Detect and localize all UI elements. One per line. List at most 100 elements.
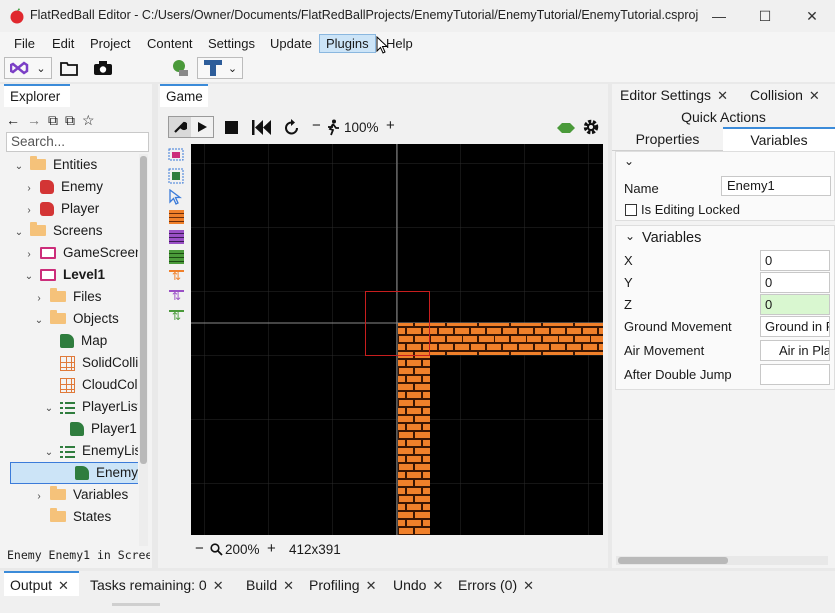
chevron-down-icon[interactable]: ⌄ <box>34 310 44 332</box>
bottom-tab[interactable]: Undo ✕ <box>393 574 443 596</box>
variable-field[interactable]: 0 <box>760 250 830 271</box>
menu-edit[interactable]: Edit <box>46 34 80 53</box>
reload-icon[interactable] <box>284 119 300 136</box>
tree-item[interactable]: › Player <box>4 198 138 220</box>
pointer-icon[interactable] <box>169 189 183 205</box>
tree-item[interactable]: › Enemy <box>4 176 138 198</box>
tree-item[interactable]: ⌄ Objects <box>4 308 138 330</box>
menu-content[interactable]: Content <box>141 34 199 53</box>
bottom-tab[interactable]: Tasks remaining: 0 ✕ <box>90 574 224 596</box>
tiled-dropdown[interactable]: ⌄ <box>197 57 243 79</box>
menu-update[interactable]: Update <box>264 34 318 53</box>
chevron-right-icon[interactable]: › <box>24 200 34 222</box>
cloud-purple-icon[interactable]: ⇅ <box>169 290 184 304</box>
select-entity-icon[interactable] <box>168 168 184 184</box>
tree-item[interactable]: › GameScreen <box>4 242 138 264</box>
play-button[interactable] <box>191 117 213 137</box>
scrollbar-thumb[interactable] <box>618 557 728 564</box>
close-icon[interactable]: ✕ <box>717 88 728 103</box>
screenshot-button[interactable] <box>92 57 114 79</box>
back-arrow-icon[interactable]: ← <box>6 112 20 128</box>
game-viewport[interactable] <box>191 144 603 535</box>
chevron-down-icon[interactable]: ⌄ <box>24 266 34 288</box>
tree-item[interactable]: › Variables <box>4 484 138 506</box>
tile-brick-orange-icon[interactable] <box>169 210 184 224</box>
tab-explorer[interactable]: Explorer <box>4 84 70 107</box>
canvas-zoom-in-button[interactable]: + <box>267 541 276 556</box>
open-folder-button[interactable] <box>58 57 80 79</box>
stop-icon[interactable] <box>225 121 238 134</box>
properties-hscrollbar[interactable] <box>616 556 828 565</box>
edit-mode-button[interactable] <box>169 117 191 137</box>
tree-item[interactable]: ⌄ EnemyList <box>4 440 138 462</box>
variable-field[interactable] <box>760 364 830 385</box>
chevron-right-icon[interactable]: › <box>34 486 44 508</box>
select-screen-icon[interactable] <box>168 148 184 164</box>
tree-item[interactable]: ⌄ PlayerList <box>4 396 138 418</box>
chevron-down-icon[interactable]: ⌄ <box>14 222 24 244</box>
tree-item[interactable]: › Files <box>4 286 138 308</box>
close-icon[interactable]: ✕ <box>809 88 820 103</box>
bottom-tab[interactable]: Output ✕ <box>10 574 69 596</box>
chevron-down-icon[interactable]: ⌄ <box>14 156 24 178</box>
tree-item[interactable]: SolidCollision <box>4 352 138 374</box>
zoom-out-button[interactable]: − <box>312 117 321 134</box>
copy-icon[interactable]: ⧉ <box>65 112 75 129</box>
menu-file[interactable]: File <box>8 34 41 53</box>
variable-field[interactable]: 0 <box>760 272 830 293</box>
chevron-right-icon[interactable]: › <box>24 244 34 266</box>
variable-field[interactable]: Air in Place <box>760 340 830 361</box>
tab-properties[interactable]: Properties <box>612 127 723 151</box>
visual-studio-dropdown[interactable]: ⌄ <box>4 57 52 79</box>
tab-editor-settings[interactable]: Editor Settings ✕ <box>620 87 728 104</box>
close-icon[interactable]: ✕ <box>366 578 377 593</box>
collapse-all-icon[interactable]: ⧉ <box>48 112 58 129</box>
close-icon[interactable]: ✕ <box>432 578 443 593</box>
close-icon[interactable]: ✕ <box>283 578 294 593</box>
tree-item[interactable]: ⌄ Level1 <box>4 264 138 286</box>
chevron-down-icon[interactable]: ⌄ <box>625 229 635 243</box>
gum-button[interactable] <box>168 57 192 79</box>
tab-game[interactable]: Game <box>160 84 208 107</box>
close-icon[interactable]: ✕ <box>213 578 224 593</box>
chevron-down-icon[interactable]: ⌄ <box>624 154 634 168</box>
menu-plugins[interactable]: Plugins <box>319 34 376 53</box>
forward-arrow-icon[interactable]: → <box>27 112 41 128</box>
menu-project[interactable]: Project <box>84 34 136 53</box>
maximize-button[interactable]: ☐ <box>742 0 788 32</box>
menu-settings[interactable]: Settings <box>202 34 261 53</box>
variable-field[interactable]: Ground in Place <box>760 316 830 337</box>
explorer-scrollbar[interactable] <box>139 154 148 546</box>
tab-collision[interactable]: Collision ✕ <box>750 87 820 104</box>
quick-actions-header[interactable]: Quick Actions <box>612 107 835 127</box>
tree-item[interactable]: CloudCollision <box>4 374 138 396</box>
favorite-star-icon[interactable]: ☆ <box>82 112 95 129</box>
close-icon[interactable]: ✕ <box>523 578 534 593</box>
search-input[interactable]: Search... <box>6 132 149 152</box>
bottom-tab[interactable]: Profiling ✕ <box>309 574 377 596</box>
bottom-tab[interactable]: Errors (0) ✕ <box>458 574 534 596</box>
cloud-green-icon[interactable]: ⇅ <box>169 310 184 324</box>
tile-brick-purple-icon[interactable] <box>169 230 184 244</box>
chevron-right-icon[interactable]: › <box>34 288 44 310</box>
zoom-in-button[interactable]: + <box>386 117 395 134</box>
bottom-tab[interactable]: Build ✕ <box>246 574 294 596</box>
tree-item[interactable]: ⌄ Entities <box>4 154 138 176</box>
editing-locked-checkbox[interactable] <box>625 204 637 216</box>
minimize-button[interactable]: — <box>696 0 742 32</box>
tree-item[interactable]: ⌄ Screens <box>4 220 138 242</box>
tree-item[interactable]: Enemy1 <box>10 462 138 484</box>
variable-field[interactable]: 0 <box>760 294 830 315</box>
tree-item[interactable]: States <box>4 506 138 528</box>
chevron-down-icon[interactable]: ⌄ <box>44 398 54 420</box>
tab-variables[interactable]: Variables <box>723 127 835 151</box>
tree-item[interactable]: Player1 <box>4 418 138 440</box>
close-button[interactable]: ✕ <box>789 0 835 32</box>
bottom-scrollbar[interactable] <box>112 603 160 606</box>
chevron-right-icon[interactable]: › <box>24 178 34 200</box>
canvas-zoom-out-button[interactable]: − <box>195 541 204 556</box>
close-icon[interactable]: ✕ <box>58 578 69 593</box>
settings-gear-icon[interactable] <box>582 118 600 136</box>
restart-icon[interactable] <box>252 120 272 135</box>
name-field[interactable]: Enemy1 <box>721 176 831 196</box>
